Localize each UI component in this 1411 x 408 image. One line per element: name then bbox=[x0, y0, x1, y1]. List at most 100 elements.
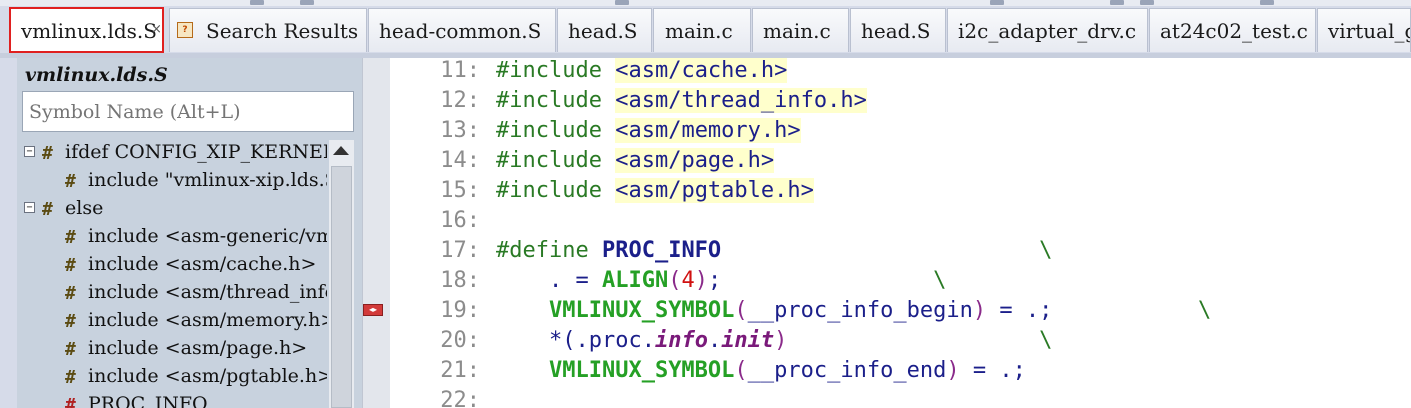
code-token: \ bbox=[1039, 328, 1053, 353]
code-line[interactable]: *(.proc.info.init) \ bbox=[496, 328, 1052, 353]
tree-item-label: include "vmlinux-xip.lds.S" bbox=[88, 169, 327, 191]
code-line[interactable]: #include <asm/cache.h> bbox=[496, 58, 788, 83]
toolbar-button[interactable] bbox=[1110, 0, 1124, 5]
close-icon[interactable]: × bbox=[151, 22, 162, 37]
scrollbar-thumb[interactable] bbox=[331, 166, 352, 408]
line-number: 16: bbox=[440, 208, 480, 233]
tab-head-s-2[interactable]: head.S bbox=[850, 8, 946, 52]
scroll-up-icon[interactable] bbox=[333, 146, 349, 155]
tab-main-c-2[interactable]: main.c bbox=[752, 8, 849, 52]
toolbar-button[interactable] bbox=[990, 0, 1004, 5]
code-token: PROC_INFO bbox=[601, 238, 722, 263]
tab-bar: vmlinux.lds.S × ? Search Results head-co… bbox=[0, 0, 1411, 58]
line-number: 21: bbox=[440, 358, 480, 383]
tree-item-label: include <asm-generic/vmlinux.lds.h> bbox=[88, 225, 327, 247]
hash-icon: # bbox=[65, 227, 76, 248]
code-token: <asm/page.h> bbox=[615, 148, 775, 173]
collapse-toggle-icon[interactable]: − bbox=[24, 146, 35, 157]
tree-item-label: ifdef CONFIG_XIP_KERNEL bbox=[65, 141, 327, 163]
code-token: \ bbox=[1039, 238, 1053, 263]
code-line[interactable]: #include <asm/pgtable.h> bbox=[496, 178, 814, 203]
tree-item-label: include <asm/pgtable.h> bbox=[88, 365, 327, 387]
splitter-grip-icon[interactable]: ◂▸ bbox=[363, 304, 383, 316]
code-line[interactable]: VMLINUX_SYMBOL(__proc_info_end) = .; bbox=[496, 358, 1026, 383]
line-number: 11: bbox=[440, 58, 480, 83]
left-edge bbox=[0, 58, 17, 408]
code-token: \ bbox=[933, 268, 947, 293]
toolbar-button[interactable] bbox=[615, 0, 629, 5]
code-editor[interactable]: 11: #include <asm/cache.h> 12: #include <as… bbox=[390, 58, 1411, 408]
code-token: ; bbox=[707, 268, 934, 293]
tab-head-s[interactable]: head.S bbox=[557, 8, 652, 52]
tree-item-label: include <asm/page.h> bbox=[88, 337, 308, 359]
code-token: 4 bbox=[681, 268, 695, 293]
code-line[interactable]: . = ALIGN(4); \ bbox=[496, 268, 946, 293]
code-token: ( bbox=[734, 298, 748, 323]
tab-label: head.S bbox=[568, 19, 638, 43]
code-token: . = bbox=[496, 268, 602, 293]
toolbar-button[interactable] bbox=[250, 0, 264, 5]
tab-label: Search Results bbox=[206, 19, 359, 43]
collapse-toggle-icon[interactable]: − bbox=[24, 202, 35, 213]
tab-virtual[interactable]: virtual_g bbox=[1317, 8, 1411, 52]
symbol-panel: vmlinux.lds.S − # ifdef CONFIG_XIP_KERNE… bbox=[17, 58, 362, 408]
toolbar-button[interactable] bbox=[1260, 0, 1274, 5]
hash-icon: # bbox=[65, 311, 76, 332]
code-token: <asm/thread_info.h> bbox=[615, 88, 867, 113]
tree-item-label: include <asm/thread_info.h> bbox=[88, 281, 327, 303]
hash-icon: # bbox=[65, 255, 76, 276]
tab-label: main.c bbox=[665, 19, 733, 43]
code-token: \ bbox=[1198, 298, 1212, 323]
tree-scrollbar[interactable] bbox=[329, 140, 354, 408]
tab-at24c02-test[interactable]: at24c02_test.c bbox=[1149, 8, 1316, 52]
code-line[interactable]: #include <asm/page.h> bbox=[496, 148, 775, 173]
code-line[interactable]: VMLINUX_SYMBOL(__proc_info_begin) = .; \ bbox=[496, 298, 1211, 323]
code-token: ( bbox=[734, 358, 748, 383]
panel-splitter[interactable]: ◂▸ bbox=[362, 58, 390, 408]
symbol-search-input[interactable] bbox=[22, 91, 354, 132]
tab-label: main.c bbox=[763, 19, 831, 43]
tab-label: head-common.S bbox=[379, 19, 542, 43]
toolbar-button[interactable] bbox=[1140, 0, 1154, 5]
define-icon: # bbox=[65, 395, 76, 408]
line-number: 19: bbox=[440, 298, 480, 323]
code-token: init bbox=[721, 328, 775, 353]
code-token: VMLINUX_SYMBOL bbox=[548, 358, 735, 383]
code-token: VMLINUX_SYMBOL bbox=[548, 298, 735, 323]
line-number: 15: bbox=[440, 178, 480, 203]
code-token: #define bbox=[496, 238, 602, 263]
code-token: *(.proc. bbox=[496, 328, 655, 353]
tree-item-label: else bbox=[65, 197, 104, 219]
hash-icon: # bbox=[65, 283, 76, 304]
line-number: 13: bbox=[440, 118, 480, 143]
search-results-icon: ? bbox=[177, 22, 193, 38]
tab-label: virtual_g bbox=[1328, 19, 1411, 43]
tab-head-common[interactable]: head-common.S bbox=[368, 8, 556, 52]
tab-vmlinux-lds[interactable]: vmlinux.lds.S × bbox=[9, 7, 164, 53]
code-token: #include bbox=[496, 148, 616, 173]
code-line[interactable]: #define PROC_INFO \ bbox=[496, 238, 1052, 263]
code-token: <asm/memory.h> bbox=[615, 118, 801, 143]
code-token: __proc_info_begin bbox=[747, 298, 973, 323]
code-token: #include bbox=[496, 58, 616, 83]
tab-label: head.S bbox=[861, 19, 931, 43]
tab-main-c[interactable]: main.c bbox=[653, 8, 751, 52]
hash-icon: # bbox=[65, 339, 76, 360]
code-line[interactable]: #include <asm/thread_info.h> bbox=[496, 88, 867, 113]
code-token: <asm/cache.h> bbox=[615, 58, 788, 83]
hash-icon: # bbox=[65, 367, 76, 388]
line-number: 14: bbox=[440, 148, 480, 173]
code-token: <asm/pgtable.h> bbox=[615, 178, 814, 203]
tab-i2c-adapter-drv[interactable]: i2c_adapter_drv.c bbox=[947, 8, 1148, 52]
toolbar-button[interactable] bbox=[300, 0, 314, 5]
line-number: 20: bbox=[440, 328, 480, 353]
code-token: #include bbox=[496, 178, 616, 203]
line-number: 12: bbox=[440, 88, 480, 113]
tab-search-results[interactable]: ? Search Results bbox=[169, 8, 367, 52]
hash-icon: # bbox=[42, 143, 53, 164]
toolbar-strip bbox=[0, 0, 1411, 6]
code-line[interactable]: #include <asm/memory.h> bbox=[496, 118, 801, 143]
